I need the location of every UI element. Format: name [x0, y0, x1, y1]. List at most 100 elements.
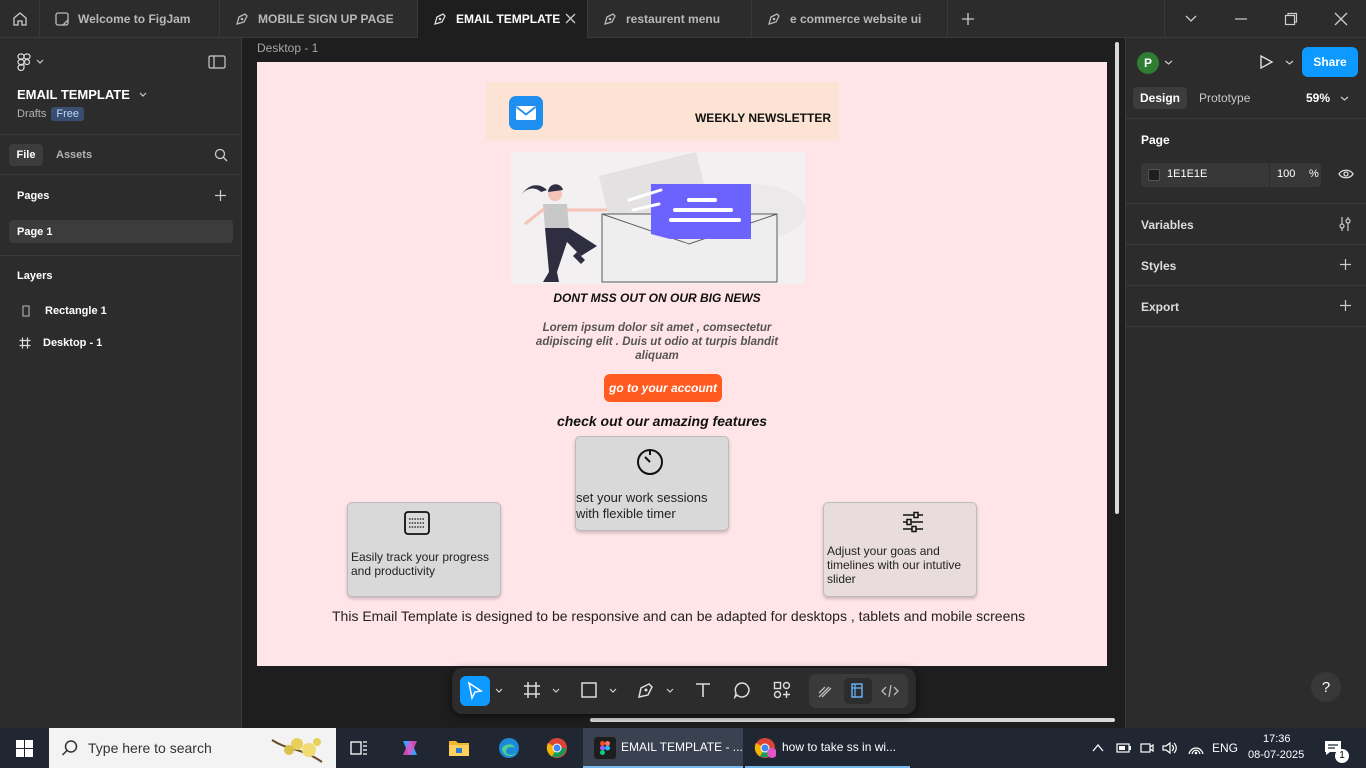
- dev-mode-icon[interactable]: [881, 683, 899, 699]
- chevron-down-icon[interactable]: [609, 687, 617, 695]
- language-indicator[interactable]: ENG: [1212, 741, 1238, 755]
- present-play-icon[interactable]: [1258, 54, 1274, 70]
- tab-email-template[interactable]: EMAIL TEMPLATE: [418, 0, 588, 38]
- taskbar-chrome-window[interactable]: how to take ss in wi...: [745, 728, 910, 768]
- cta-label: go to your account: [609, 381, 717, 395]
- feature-card-progress[interactable]: Easily track your progress and productiv…: [347, 502, 501, 597]
- chevron-down-icon[interactable]: [666, 687, 674, 695]
- tab-welcome-figjam[interactable]: Welcome to FigJam: [40, 0, 220, 38]
- toggle-sidebar-icon[interactable]: [208, 55, 226, 69]
- canvas[interactable]: Desktop - 1 WEEKLY NEWSLETTER DONT MSS O…: [242, 38, 1125, 728]
- edge-browser-icon[interactable]: [498, 737, 520, 759]
- page-opacity-value[interactable]: 100: [1277, 168, 1295, 180]
- battery-icon[interactable]: [1116, 742, 1132, 754]
- wifi-icon[interactable]: [1188, 741, 1204, 755]
- drafts-label[interactable]: Drafts: [17, 108, 46, 120]
- design-file-icon: [768, 13, 780, 25]
- newsletter-title: WEEKLY NEWSLETTER: [694, 111, 831, 125]
- comment-tool-icon[interactable]: [733, 681, 751, 699]
- layers-header: Layers: [17, 270, 53, 282]
- text-tool-icon[interactable]: [694, 681, 712, 699]
- meet-now-icon[interactable]: [1140, 741, 1154, 755]
- chevron-down-icon[interactable]: [495, 687, 503, 695]
- notification-center-button[interactable]: 1: [1316, 737, 1352, 763]
- go-to-account-button[interactable]: go to your account: [604, 374, 722, 402]
- design-mode-icon: [851, 683, 863, 698]
- tab-label: e commerce website ui: [790, 12, 922, 26]
- volume-icon[interactable]: [1162, 741, 1178, 755]
- layer-desktop-1[interactable]: Desktop - 1: [17, 337, 102, 349]
- avatar[interactable]: P: [1137, 52, 1159, 74]
- components-tool-icon[interactable]: [773, 681, 791, 699]
- home-button[interactable]: [0, 0, 40, 38]
- add-export-icon[interactable]: [1339, 299, 1352, 312]
- copilot-icon[interactable]: [399, 737, 421, 759]
- chrome-browser-icon[interactable]: [546, 737, 568, 759]
- page-color-field[interactable]: 1E1E1E 100 %: [1141, 163, 1321, 187]
- tab-bar: Welcome to FigJam MOBILE SIGN UP PAGE EM…: [0, 0, 1366, 38]
- search-icon[interactable]: [214, 148, 228, 162]
- page-item-page-1[interactable]: Page 1: [9, 220, 233, 243]
- close-window-icon[interactable]: [1334, 12, 1348, 26]
- file-explorer-icon[interactable]: [448, 738, 470, 758]
- frame-tool-icon[interactable]: [523, 681, 541, 699]
- windows-start-icon[interactable]: [16, 740, 33, 757]
- zoom-dropdown[interactable]: 59%: [1306, 91, 1349, 105]
- percent-sign: %: [1309, 168, 1319, 180]
- minimize-icon[interactable]: [1234, 13, 1248, 25]
- draw-mode-icon[interactable]: [817, 683, 833, 699]
- horizontal-scrollbar[interactable]: [590, 718, 1115, 722]
- vertical-scrollbar[interactable]: [1115, 42, 1119, 514]
- tab-assets[interactable]: Assets: [56, 149, 92, 161]
- tab-design[interactable]: Design: [1133, 87, 1187, 109]
- layer-label: Desktop - 1: [43, 337, 103, 349]
- search-placeholder: Type here to search: [88, 740, 212, 756]
- chevron-down-icon[interactable]: [1285, 58, 1294, 67]
- chevron-down-icon: [36, 59, 44, 64]
- feature-card-slider[interactable]: Adjust your goas and timelines with our …: [823, 502, 977, 597]
- variables-settings-icon[interactable]: [1338, 216, 1352, 232]
- show-hidden-icons-icon[interactable]: [1092, 743, 1104, 753]
- chevron-down-icon[interactable]: [1164, 58, 1173, 67]
- pages-header: Pages: [17, 190, 50, 202]
- close-tab-icon[interactable]: [564, 12, 577, 25]
- newsletter-header: WEEKLY NEWSLETTER: [486, 82, 839, 140]
- eye-icon[interactable]: [1338, 168, 1354, 180]
- tab-restaurent-menu[interactable]: restaurent menu: [588, 0, 752, 38]
- help-button[interactable]: ?: [1311, 672, 1341, 702]
- tab-ecommerce-ui[interactable]: e commerce website ui: [752, 0, 948, 38]
- clock-time[interactable]: 17:36: [1263, 733, 1291, 745]
- task-view-icon[interactable]: [350, 739, 368, 757]
- move-tool-button[interactable]: [460, 676, 490, 706]
- restore-icon[interactable]: [1284, 12, 1298, 26]
- taskbar-figma-window[interactable]: EMAIL TEMPLATE - ...: [583, 728, 743, 768]
- share-button[interactable]: Share: [1302, 47, 1358, 77]
- pen-tool-icon[interactable]: [637, 681, 655, 699]
- tab-mobile-sign-up[interactable]: MOBILE SIGN UP PAGE: [220, 0, 418, 38]
- layer-rectangle-1[interactable]: Rectangle 1: [17, 305, 107, 317]
- desktop-frame[interactable]: WEEKLY NEWSLETTER DONT MSS OUT ON OUR BI…: [257, 62, 1107, 666]
- color-swatch[interactable]: [1148, 169, 1160, 181]
- feature-card-timer[interactable]: set your work sessions with flexible tim…: [575, 436, 729, 531]
- headline: DONT MSS OUT ON OUR BIG NEWS: [553, 291, 761, 305]
- left-sidebar: EMAIL TEMPLATE Drafts Free File Assets P…: [0, 38, 242, 728]
- add-page-icon[interactable]: [214, 189, 227, 202]
- file-title-button[interactable]: EMAIL TEMPLATE: [17, 87, 148, 102]
- chevron-down-icon: [139, 92, 147, 97]
- search-icon: [61, 740, 78, 756]
- frame-label[interactable]: Desktop - 1: [257, 41, 318, 55]
- design-file-icon: [434, 13, 446, 25]
- clock-date[interactable]: 08-07-2025: [1248, 749, 1304, 761]
- tab-file[interactable]: File: [9, 144, 43, 166]
- page-color-value[interactable]: 1E1E1E: [1167, 168, 1207, 180]
- tab-prototype[interactable]: Prototype: [1199, 91, 1250, 105]
- add-style-icon[interactable]: [1339, 258, 1352, 271]
- chevron-down-icon[interactable]: [1184, 13, 1198, 25]
- design-mode-button[interactable]: [844, 678, 872, 704]
- rectangle-tool-icon[interactable]: [580, 681, 598, 699]
- new-tab-plus-icon[interactable]: [960, 11, 976, 27]
- variables-header[interactable]: Variables: [1141, 218, 1194, 232]
- chevron-down-icon[interactable]: [552, 687, 560, 695]
- main-menu-button[interactable]: [17, 53, 45, 71]
- taskbar-search-box[interactable]: Type here to search: [49, 728, 336, 768]
